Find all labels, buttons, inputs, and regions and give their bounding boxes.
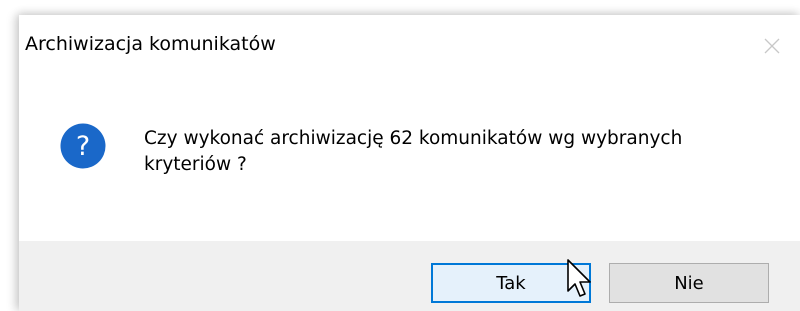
message-line-1: Czy wykonać archiwizację 62 komunikatów … bbox=[144, 128, 683, 149]
question-icon: ? bbox=[60, 123, 106, 169]
dialog-title: Archiwizacja komunikatów bbox=[25, 33, 276, 55]
close-icon bbox=[764, 38, 780, 54]
button-bar: Tak Nie bbox=[19, 241, 800, 311]
screen: Archiwizacja komunikatów ? Czy wykonać a… bbox=[0, 0, 800, 311]
message-text: Czy wykonać archiwizację 62 komunikatów … bbox=[144, 126, 784, 178]
dialog-content: ? Czy wykonać archiwizację 62 komunikató… bbox=[19, 75, 800, 240]
no-button[interactable]: Nie bbox=[609, 263, 769, 303]
yes-button[interactable]: Tak bbox=[431, 263, 591, 303]
message-box-dialog: Archiwizacja komunikatów ? Czy wykonać a… bbox=[19, 15, 800, 311]
svg-text:?: ? bbox=[76, 131, 90, 162]
close-button[interactable] bbox=[752, 26, 792, 66]
message-line-2: kryteriów ? bbox=[144, 154, 247, 175]
title-bar[interactable]: Archiwizacja komunikatów bbox=[19, 15, 800, 75]
